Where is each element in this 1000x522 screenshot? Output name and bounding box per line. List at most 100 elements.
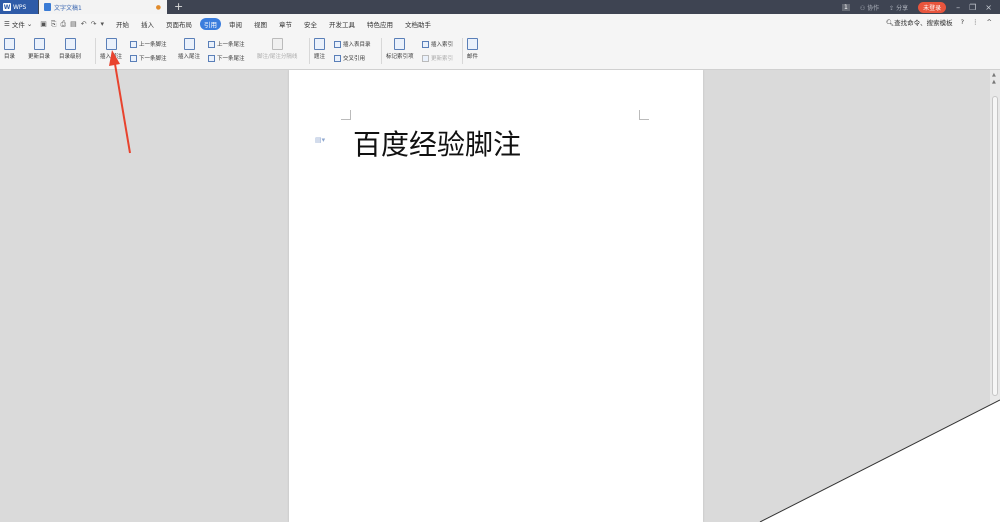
close-icon[interactable]: × (985, 3, 992, 12)
mail-label: 邮件 (467, 54, 479, 60)
update-index-button[interactable]: 更新索引 (422, 54, 453, 62)
file-menu-button[interactable]: ☰ 文件 ⌄ (4, 19, 36, 29)
minimize-icon[interactable]: – (956, 3, 960, 12)
toc-level-button[interactable]: 目录级别 (59, 38, 81, 60)
mark-index-entry-button[interactable]: 标记索引项 (386, 38, 414, 60)
more-icon[interactable]: ⋮ (972, 18, 979, 26)
next-footnote-icon (130, 54, 137, 62)
menu-tab-9[interactable]: 特色应用 (363, 18, 397, 30)
toc-level-icon (64, 38, 76, 50)
document-tab[interactable]: 文字文稿1 ● (39, 0, 167, 14)
window-count-badge[interactable]: 1 (841, 3, 850, 11)
menu-tab-6[interactable]: 章节 (275, 18, 296, 30)
menu-tab-7[interactable]: 安全 (300, 18, 321, 30)
mail-icon (467, 38, 478, 50)
next-endnote-button[interactable]: 下一条尾注 (208, 54, 245, 62)
new-tab-button[interactable]: + (174, 0, 183, 14)
insert-footnote-label: 插入脚注 (100, 54, 123, 60)
menu-tab-8[interactable]: 开发工具 (325, 18, 359, 30)
wps-logo-icon: W (3, 3, 11, 11)
login-button[interactable]: 未登录 (918, 1, 947, 13)
quick-access-toolbar: ▣ ⎘ ⎙ ▤ ↶ ↷ ▾ (40, 20, 104, 29)
update-toc-button[interactable]: 更新目录 (28, 38, 50, 60)
wps-home-label: WPS (13, 3, 27, 11)
document-heading[interactable]: 百度经验脚注 (353, 123, 521, 163)
toc-level-label: 目录级别 (59, 54, 82, 60)
menu-tab-2[interactable]: 页面布局 (162, 18, 196, 30)
paragraph-handle-icon[interactable]: ▤▾ (315, 136, 325, 144)
command-search-label: 查找命令、搜索模板 (894, 19, 953, 27)
mark-index-entry-icon (394, 38, 406, 50)
cross-reference-button[interactable]: 交叉引用 (334, 54, 365, 62)
insert-endnote-label: 插入尾注 (178, 54, 201, 60)
footnote-separator-label: 脚注/尾注分隔线 (257, 54, 298, 60)
footnote-separator-button[interactable]: 脚注/尾注分隔线 (257, 38, 297, 60)
menu-right: 🔍︎查找命令、搜索模板 ? ⋮ ^ (886, 17, 992, 27)
document-icon (44, 3, 51, 11)
update-index-label: 更新索引 (431, 56, 454, 62)
scroll-up-icon[interactable]: ▲ (992, 79, 996, 85)
title-bar: W WPS 文字文稿1 ● + 1 ⚇ 协作 ⇪ 分享 未登录 – ❐ × (0, 0, 1000, 14)
footnote-separator-icon (271, 38, 283, 50)
document-page[interactable]: ▤▾ 百度经验脚注 (289, 70, 703, 522)
menu-tab-0[interactable]: 开始 (112, 18, 133, 30)
save-icon[interactable]: ▣ (40, 20, 47, 29)
window-controls: – ❐ × (956, 3, 992, 12)
margin-corner-mark (341, 110, 351, 120)
print-preview-icon[interactable]: ▤ (70, 20, 77, 29)
menu-tab-5[interactable]: 视图 (250, 18, 271, 30)
update-toc-label: 更新目录 (28, 54, 51, 60)
customize-icon[interactable]: ▾ (101, 20, 105, 29)
menu-tab-4[interactable]: 审阅 (225, 18, 246, 30)
cross-reference-icon (334, 54, 341, 62)
next-endnote-icon (208, 54, 215, 62)
caption-label: 题注 (314, 54, 326, 60)
menu-bar: ☰ 文件 ⌄ ▣ ⎘ ⎙ ▤ ↶ ↷ ▾ 开始 插入 页面布局 引用 审阅 视图 章节 安全开… (0, 14, 1000, 34)
file-menu-label: 文件 (11, 21, 25, 29)
mark-index-entry-label: 标记索引项 (386, 54, 414, 60)
mail-button[interactable]: 邮件 (467, 38, 478, 60)
prev-footnote-button[interactable]: 上一条脚注 (130, 40, 167, 48)
restore-icon[interactable]: ❐ (969, 3, 976, 12)
toc-button[interactable]: 目录 (4, 38, 15, 60)
insert-table-of-figures-button[interactable]: 插入表目录 (334, 40, 371, 48)
table-of-figures-icon (334, 40, 341, 48)
insert-index-button[interactable]: 插入索引 (422, 40, 453, 48)
scroll-up-icon[interactable]: ▲ (992, 72, 996, 78)
hamburger-icon: ☰ (4, 20, 10, 28)
share-icon: ⇪ (889, 4, 895, 12)
menu-tab-1[interactable]: 插入 (137, 18, 158, 30)
margin-corner-mark (639, 110, 649, 120)
menu-tabs: 开始 插入 页面布局 引用 审阅 视图 章节 安全 开发工具 特色应用 文档助手 (112, 18, 435, 30)
share-label: 分享 (896, 4, 909, 12)
redo-icon[interactable]: ↷ (91, 20, 97, 29)
export-icon[interactable]: ⎘ (51, 20, 57, 29)
help-icon[interactable]: ? (961, 18, 964, 26)
insert-endnote-button[interactable]: 插入尾注 (178, 38, 200, 60)
unsaved-indicator-icon: ● (155, 4, 161, 11)
cross-reference-label: 交叉引用 (343, 56, 366, 62)
collab-button[interactable]: ⚇ 协作 (860, 3, 879, 12)
next-endnote-label: 下一条尾注 (217, 56, 245, 62)
command-search[interactable]: 🔍︎查找命令、搜索模板 (886, 17, 953, 27)
print-icon[interactable]: ⎙ (61, 20, 67, 29)
next-footnote-button[interactable]: 下一条脚注 (130, 54, 167, 62)
vertical-scrollbar[interactable]: ▲ ▲ (990, 70, 1000, 522)
search-icon: 🔍︎ (885, 19, 895, 27)
caption-button[interactable]: 题注 (314, 38, 325, 60)
undo-icon[interactable]: ↶ (81, 20, 87, 29)
prev-footnote-icon (130, 40, 137, 48)
document-tab-label: 文字文稿1 (54, 4, 82, 12)
wps-home-tab[interactable]: W WPS (0, 0, 38, 14)
ribbon-divider (462, 38, 463, 64)
prev-endnote-button[interactable]: 上一条尾注 (208, 40, 245, 48)
menu-tab-3[interactable]: 引用 (200, 18, 222, 30)
insert-footnote-button[interactable]: 插入脚注 (100, 38, 122, 60)
ribbon-reference: 目录 更新目录 目录级别 插入脚注 上一条脚注 下一条脚注 插入尾注 上一条尾注… (0, 34, 1000, 70)
collapse-ribbon-icon[interactable]: ^ (987, 18, 992, 26)
update-index-icon (422, 54, 429, 62)
share-button[interactable]: ⇪ 分享 (889, 3, 908, 12)
menu-tab-10[interactable]: 文档助手 (401, 18, 435, 30)
prev-footnote-label: 上一条脚注 (139, 42, 167, 48)
scroll-thumb[interactable] (992, 96, 998, 396)
